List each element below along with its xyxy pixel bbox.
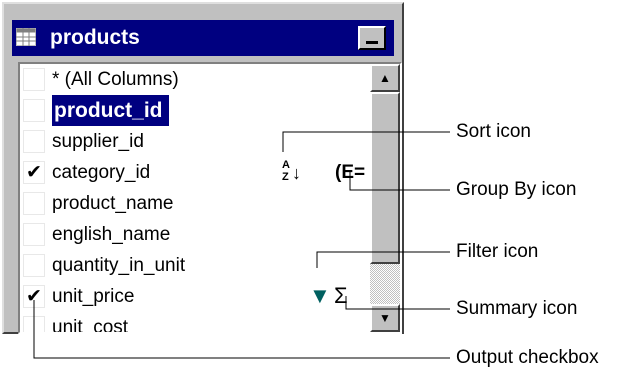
summary-icon-glyph: Σ	[334, 283, 348, 308]
output-checkbox[interactable]: ✔	[23, 161, 45, 184]
minimize-button[interactable]	[358, 26, 386, 50]
filter-icon-glyph: ▼	[309, 283, 331, 308]
column-row-supplier-id[interactable]: supplier_id	[20, 126, 372, 157]
column-label: unit_price	[52, 286, 135, 307]
vertical-scrollbar[interactable]: ▲ ▼	[370, 64, 400, 332]
filter-icon[interactable]: ▼	[309, 283, 331, 309]
arrow-up-icon: ▲	[379, 71, 391, 85]
callout-filter-icon: Filter icon	[456, 241, 539, 262]
column-row-product-id[interactable]: product_id	[20, 95, 372, 126]
output-checkbox[interactable]	[23, 223, 45, 246]
checkmark-icon: ✔	[26, 286, 42, 307]
summary-icon[interactable]: Σ	[334, 282, 348, 310]
column-row-unit-cost[interactable]: unit_cost	[20, 312, 372, 334]
callout-sort-icon: Sort icon	[456, 121, 531, 142]
callout-output-checkbox: Output checkbox	[456, 347, 599, 368]
scroll-track[interactable]	[370, 264, 400, 304]
minimize-icon	[366, 41, 378, 44]
sort-icon[interactable]: A Z ↓	[282, 160, 306, 186]
column-label: product_name	[52, 193, 174, 214]
column-label: supplier_id	[52, 131, 144, 152]
output-checkbox[interactable]	[23, 254, 45, 277]
sort-icon-arrow: ↓	[292, 163, 301, 183]
products-table-window: products * (All Columns) product_id supp…	[2, 2, 404, 334]
column-row-product-name[interactable]: product_name	[20, 188, 372, 219]
callout-group-by-icon: Group By icon	[456, 179, 577, 200]
column-row-all-columns[interactable]: * (All Columns)	[20, 64, 372, 95]
callout-summary-icon: Summary icon	[456, 298, 578, 319]
column-label: product_id	[52, 95, 169, 126]
column-row-category-id[interactable]: ✔ category_id	[20, 157, 372, 188]
output-checkbox[interactable]	[23, 192, 45, 215]
column-label: quantity_in_unit	[52, 255, 186, 276]
title-bar[interactable]: products	[12, 20, 394, 56]
group-by-icon-glyph: (E=	[335, 162, 366, 183]
output-checkbox[interactable]	[23, 99, 45, 122]
scroll-up-button[interactable]: ▲	[370, 64, 400, 92]
sort-icon-z: Z	[282, 171, 289, 183]
column-label: unit_cost	[52, 317, 129, 334]
scroll-thumb[interactable]	[370, 92, 400, 264]
stage: products * (All Columns) product_id supp…	[0, 0, 629, 373]
column-list: * (All Columns) product_id supplier_id ✔…	[18, 62, 402, 334]
column-row-quantity-in-unit[interactable]: quantity_in_unit	[20, 250, 372, 281]
window-title: products	[50, 26, 140, 49]
column-label: english_name	[52, 224, 171, 245]
output-checkbox[interactable]	[23, 130, 45, 153]
table-grid-icon	[16, 28, 36, 46]
column-label: * (All Columns)	[52, 69, 179, 90]
checkmark-icon: ✔	[26, 162, 42, 183]
output-checkbox[interactable]: ✔	[23, 285, 45, 308]
column-row-english-name[interactable]: english_name	[20, 219, 372, 250]
sort-icon-a: A	[282, 159, 290, 171]
arrow-down-icon: ▼	[379, 311, 391, 325]
output-checkbox[interactable]	[23, 68, 45, 91]
column-label: category_id	[52, 162, 151, 183]
group-by-icon[interactable]: (E=	[335, 162, 365, 184]
scroll-down-button[interactable]: ▼	[370, 304, 400, 332]
output-checkbox[interactable]	[23, 316, 45, 332]
